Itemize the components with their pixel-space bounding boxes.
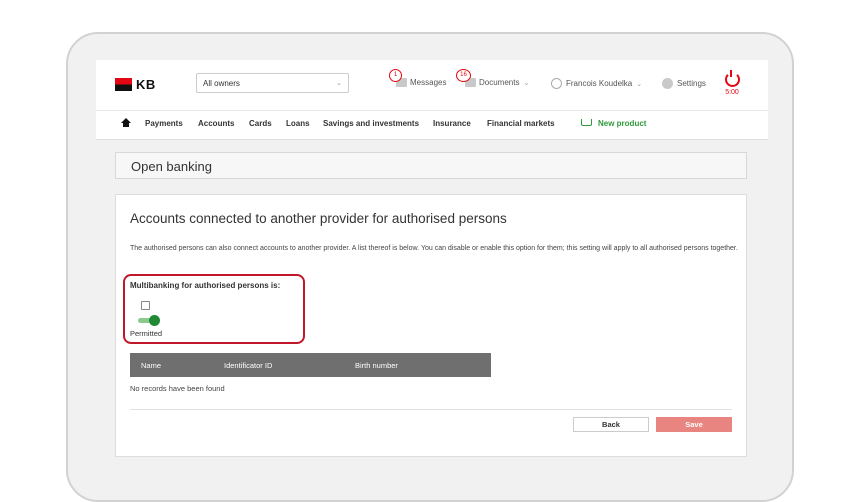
settings-link[interactable]: Settings bbox=[662, 78, 706, 89]
nav-item-payments[interactable]: Payments bbox=[145, 119, 183, 128]
chevron-down-icon: ⌄ bbox=[336, 80, 342, 87]
multibanking-toggle[interactable] bbox=[138, 315, 160, 326]
documents-label: Documents bbox=[479, 78, 520, 87]
settings-label: Settings bbox=[677, 79, 706, 88]
save-button[interactable]: Save bbox=[656, 417, 732, 432]
gear-icon bbox=[662, 78, 673, 89]
column-header-birth-number[interactable]: Birth number bbox=[355, 361, 398, 370]
nav-item-cards[interactable]: Cards bbox=[249, 119, 272, 128]
toggle-knob bbox=[149, 315, 160, 326]
section-heading: Accounts connected to another provider f… bbox=[130, 211, 507, 226]
messages-link[interactable]: Messages bbox=[396, 78, 446, 87]
divider bbox=[130, 409, 732, 410]
documents-count-badge: 16 bbox=[456, 69, 471, 82]
multibanking-label: Multibanking for authorised persons is: bbox=[130, 281, 281, 290]
user-name: Francois Koudelka bbox=[566, 79, 633, 88]
power-icon bbox=[724, 70, 740, 87]
main-nav bbox=[96, 110, 768, 140]
kb-logo-icon bbox=[115, 78, 132, 91]
page-title-panel: Open banking bbox=[115, 152, 747, 179]
chevron-down-icon: ⌄ bbox=[636, 80, 643, 88]
chevron-down-icon: ⌄ bbox=[523, 79, 530, 87]
kb-logo-text: KB bbox=[136, 77, 156, 92]
user-icon bbox=[551, 78, 562, 89]
user-menu[interactable]: Francois Koudelka ⌄ bbox=[551, 78, 642, 89]
multibanking-checkbox[interactable] bbox=[141, 301, 150, 310]
column-header-name[interactable]: Name bbox=[141, 361, 161, 370]
nav-item-financial-markets[interactable]: Financial markets bbox=[487, 119, 555, 128]
cart-icon bbox=[581, 119, 592, 126]
nav-item-new-product[interactable]: New product bbox=[598, 119, 646, 128]
nav-item-savings[interactable]: Savings and investments bbox=[323, 119, 419, 128]
back-button[interactable]: Back bbox=[573, 417, 649, 432]
toggle-state-label: Permitted bbox=[130, 329, 163, 338]
messages-label: Messages bbox=[410, 78, 447, 87]
logout-button[interactable]: 5:00 bbox=[722, 70, 742, 96]
owner-select[interactable]: All owners ⌄ bbox=[196, 73, 349, 93]
section-description: The authorised persons can also connect … bbox=[130, 245, 738, 252]
kb-logo[interactable]: KB bbox=[115, 77, 156, 92]
messages-count-badge: 1 bbox=[389, 69, 402, 82]
owner-select-value: All owners bbox=[203, 79, 240, 88]
table-header bbox=[130, 353, 491, 377]
column-header-identificator-id[interactable]: Identificator ID bbox=[224, 361, 272, 370]
nav-item-accounts[interactable]: Accounts bbox=[198, 119, 234, 128]
table-empty-message: No records have been found bbox=[130, 384, 225, 393]
session-timer: 5:00 bbox=[725, 89, 739, 96]
documents-link[interactable]: Documents ⌄ bbox=[465, 78, 529, 87]
page-title: Open banking bbox=[131, 159, 212, 174]
nav-item-insurance[interactable]: Insurance bbox=[433, 119, 471, 128]
home-icon[interactable] bbox=[121, 118, 131, 127]
nav-item-loans[interactable]: Loans bbox=[286, 119, 310, 128]
